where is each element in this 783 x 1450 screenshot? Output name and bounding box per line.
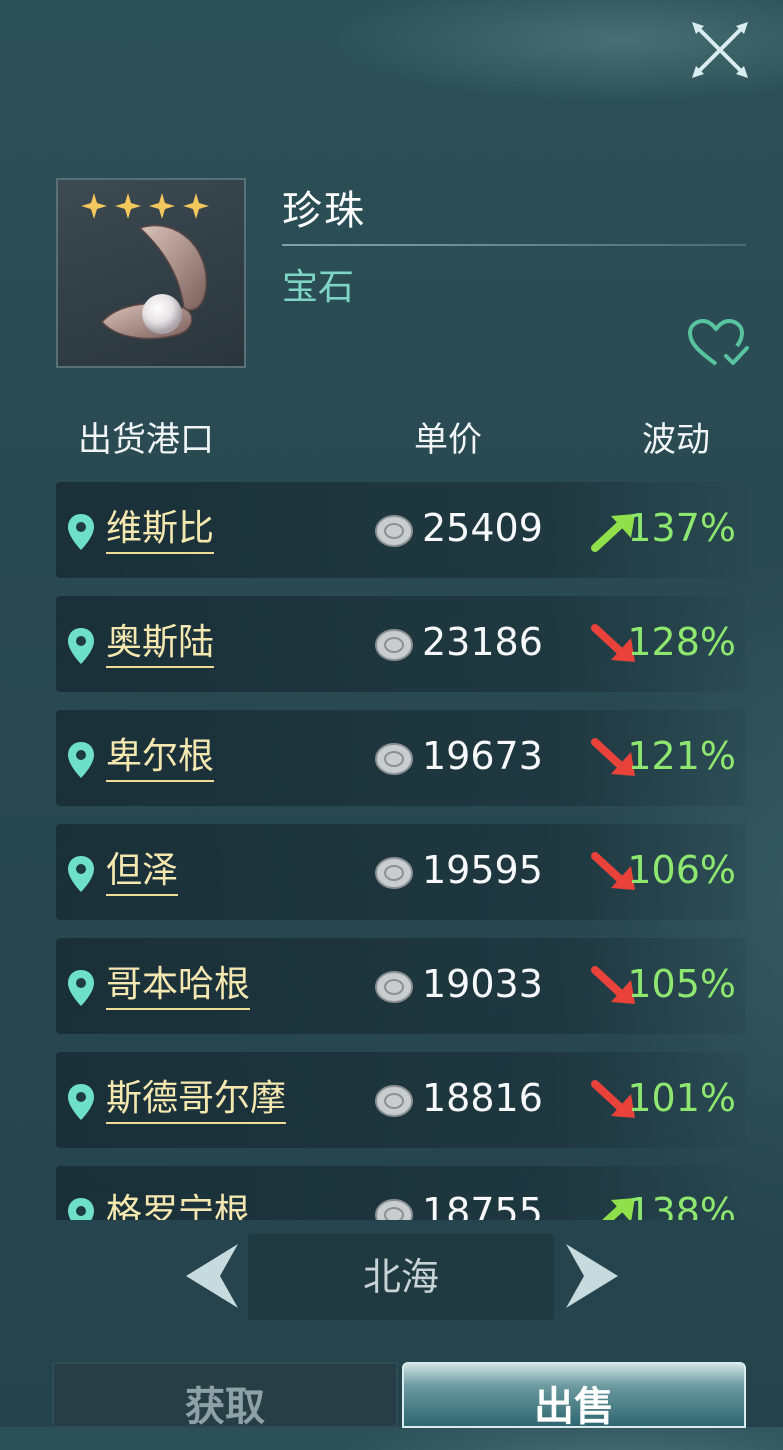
favorite-button[interactable] <box>686 318 752 370</box>
column-header-change: 波动 <box>642 420 710 460</box>
close-icon <box>692 22 748 78</box>
price-change-percent: 138% <box>627 1190 736 1220</box>
unit-price: 19595 <box>422 848 543 892</box>
unit-price: 18816 <box>422 1076 543 1120</box>
price-change-percent: 105% <box>627 962 736 1006</box>
unit-price: 19033 <box>422 962 543 1006</box>
region-name: 北海 <box>248 1234 554 1320</box>
item-thumbnail <box>56 178 246 368</box>
silver-coin-icon <box>375 1085 413 1117</box>
tab-acquire[interactable]: 获取 <box>52 1362 398 1430</box>
port-row[interactable]: 哥本哈根 19033 105% <box>56 938 746 1034</box>
next-region-button[interactable] <box>562 1240 622 1312</box>
silver-coin-icon <box>375 629 413 661</box>
close-button[interactable] <box>688 18 752 82</box>
port-name-link[interactable]: 但泽 <box>106 850 179 896</box>
divider <box>282 244 746 246</box>
location-pin-icon <box>68 514 94 550</box>
location-pin-icon <box>68 856 94 892</box>
price-change-percent: 137% <box>627 506 736 550</box>
silver-coin-icon <box>375 857 413 889</box>
column-header-port: 出货港口 <box>78 420 214 460</box>
pearl-oyster-image <box>100 224 208 340</box>
price-change-percent: 106% <box>627 848 736 892</box>
location-pin-icon <box>68 628 94 664</box>
port-name-link[interactable]: 维斯比 <box>106 508 215 554</box>
location-pin-icon <box>68 970 94 1006</box>
arrow-right-icon <box>566 1244 618 1308</box>
unit-price: 23186 <box>422 620 543 664</box>
port-list[interactable]: 维斯比 25409 137% 奥斯陆 23186 128% 卑尔根 19673 … <box>56 478 746 1220</box>
port-row[interactable]: 奥斯陆 23186 128% <box>56 596 746 692</box>
port-name-link[interactable]: 奥斯陆 <box>106 622 215 668</box>
location-pin-icon <box>68 1198 94 1220</box>
item-category: 宝石 <box>282 267 355 308</box>
unit-price: 18755 <box>422 1190 543 1220</box>
port-row[interactable]: 格罗宁根 18755 138% <box>56 1166 746 1220</box>
location-pin-icon <box>68 1084 94 1120</box>
price-change-percent: 128% <box>627 620 736 664</box>
unit-price: 19673 <box>422 734 543 778</box>
port-row[interactable]: 但泽 19595 106% <box>56 824 746 920</box>
price-change-percent: 121% <box>627 734 736 778</box>
location-pin-icon <box>68 742 94 778</box>
port-name-link[interactable]: 斯德哥尔摩 <box>106 1078 287 1124</box>
item-name: 珍珠 <box>282 188 366 234</box>
column-header-price: 单价 <box>414 420 482 460</box>
port-name-link[interactable]: 格罗宁根 <box>106 1192 250 1220</box>
silver-coin-icon <box>375 515 413 547</box>
tab-sell[interactable]: 出售 <box>402 1362 746 1430</box>
heart-check-icon <box>688 319 749 366</box>
unit-price: 25409 <box>422 506 543 550</box>
arrow-left-icon <box>186 1244 238 1308</box>
port-name-link[interactable]: 哥本哈根 <box>106 964 251 1010</box>
port-row[interactable]: 卑尔根 19673 121% <box>56 710 746 806</box>
silver-coin-icon <box>375 1199 413 1220</box>
port-name-link[interactable]: 卑尔根 <box>106 736 215 782</box>
port-row[interactable]: 维斯比 25409 137% <box>56 482 746 578</box>
silver-coin-icon <box>375 743 413 775</box>
silver-coin-icon <box>375 971 413 1003</box>
port-row[interactable]: 斯德哥尔摩 18816 101% <box>56 1052 746 1148</box>
price-change-percent: 101% <box>627 1076 736 1120</box>
previous-region-button[interactable] <box>182 1240 242 1312</box>
